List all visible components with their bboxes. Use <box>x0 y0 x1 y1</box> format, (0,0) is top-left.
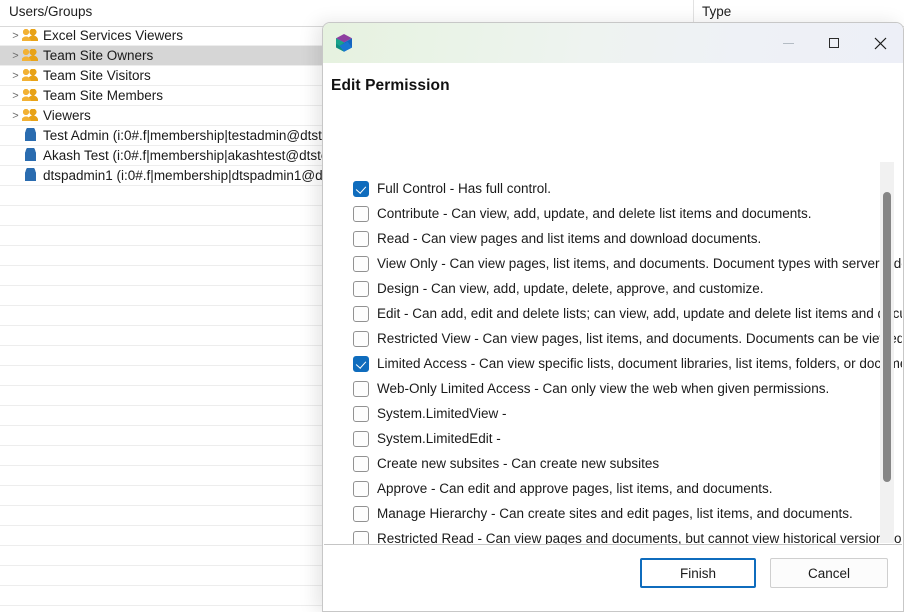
permission-row[interactable]: Full Control - Has full control. <box>353 176 902 201</box>
checkbox-unchecked[interactable] <box>353 331 369 347</box>
checkbox-unchecked[interactable] <box>353 431 369 447</box>
column-header-users-groups[interactable]: Users/Groups <box>9 4 92 19</box>
person-icon <box>22 167 39 183</box>
maximize-icon <box>829 38 839 48</box>
permission-row[interactable]: Design - Can view, add, update, delete, … <box>353 276 902 301</box>
column-header-type[interactable]: Type <box>702 4 731 19</box>
permission-row[interactable]: System.LimitedEdit - <box>353 426 902 451</box>
permission-row[interactable]: Read - Can view pages and list items and… <box>353 226 902 251</box>
permission-label: Edit - Can add, edit and delete lists; c… <box>377 301 902 326</box>
group-icon <box>22 27 39 43</box>
row-label: Team Site Owners <box>43 48 153 63</box>
checkbox-unchecked[interactable] <box>353 506 369 522</box>
checkbox-checked[interactable] <box>353 356 369 372</box>
permission-label: Contribute - Can view, add, update, and … <box>377 201 812 226</box>
minimize-button[interactable] <box>765 23 811 63</box>
checkbox-unchecked[interactable] <box>353 456 369 472</box>
edit-permission-dialog: Edit Permission Full Control - Has full … <box>322 22 904 612</box>
permission-label: Manage Hierarchy - Can create sites and … <box>377 501 853 526</box>
window-controls <box>765 23 903 63</box>
permission-row[interactable]: Manage Hierarchy - Can create sites and … <box>353 501 902 526</box>
row-label: Excel Services Viewers <box>43 28 183 43</box>
permission-label: Restricted Read - Can view pages and doc… <box>377 526 902 545</box>
permission-label: Read - Can view pages and list items and… <box>377 226 761 251</box>
person-icon <box>22 147 39 163</box>
cancel-button[interactable]: Cancel <box>770 558 888 588</box>
maximize-button[interactable] <box>811 23 857 63</box>
permission-label: Create new subsites - Can create new sub… <box>377 451 659 476</box>
row-indent-spacer: > <box>9 146 22 166</box>
checkbox-unchecked[interactable] <box>353 406 369 422</box>
checkbox-unchecked[interactable] <box>353 306 369 322</box>
expand-chevron-icon[interactable]: > <box>9 86 22 106</box>
row-label: Viewers <box>43 108 91 123</box>
permission-row[interactable]: Create new subsites - Can create new sub… <box>353 451 902 476</box>
permission-label: Web-Only Limited Access - Can only view … <box>377 376 829 401</box>
person-icon <box>22 127 39 143</box>
permission-row[interactable]: Approve - Can edit and approve pages, li… <box>353 476 902 501</box>
app-cube-logo-icon <box>333 32 355 54</box>
permission-row[interactable]: View Only - Can view pages, list items, … <box>353 251 902 276</box>
row-label: Team Site Members <box>43 88 163 103</box>
checkbox-unchecked[interactable] <box>353 231 369 247</box>
checkbox-checked[interactable] <box>353 181 369 197</box>
permission-row[interactable]: Restricted Read - Can view pages and doc… <box>353 526 902 545</box>
permission-row[interactable]: Edit - Can add, edit and delete lists; c… <box>353 301 902 326</box>
scrollbar-thumb[interactable] <box>883 192 891 482</box>
row-indent-spacer: > <box>9 126 22 146</box>
permission-row[interactable]: Limited Access - Can view specific lists… <box>353 351 902 376</box>
group-icon <box>22 87 39 103</box>
permission-scroll-region: Full Control - Has full control.Contribu… <box>324 153 902 545</box>
checkbox-unchecked[interactable] <box>353 256 369 272</box>
checkbox-unchecked[interactable] <box>353 481 369 497</box>
dialog-heading: Edit Permission <box>323 63 903 95</box>
row-label: Team Site Visitors <box>43 68 151 83</box>
permission-row[interactable]: Web-Only Limited Access - Can only view … <box>353 376 902 401</box>
close-icon <box>874 37 887 50</box>
group-icon <box>22 67 39 83</box>
permission-row[interactable]: Contribute - Can view, add, update, and … <box>353 201 902 226</box>
expand-chevron-icon[interactable]: > <box>9 46 22 66</box>
expand-chevron-icon[interactable]: > <box>9 26 22 46</box>
permission-label: Limited Access - Can view specific lists… <box>377 351 902 376</box>
checkbox-unchecked[interactable] <box>353 531 369 546</box>
checkbox-unchecked[interactable] <box>353 281 369 297</box>
permission-label: View Only - Can view pages, list items, … <box>377 251 902 276</box>
permission-label: System.LimitedEdit - <box>377 426 501 451</box>
expand-chevron-icon[interactable]: > <box>9 106 22 126</box>
group-icon <box>22 47 39 63</box>
permission-label: Full Control - Has full control. <box>377 176 551 201</box>
finish-button[interactable]: Finish <box>640 558 756 588</box>
dialog-footer: Finish Cancel <box>324 544 902 610</box>
minimize-icon <box>783 43 794 44</box>
permission-row[interactable]: System.LimitedView - <box>353 401 902 426</box>
close-button[interactable] <box>857 23 903 63</box>
permission-list-scrollbar[interactable] <box>880 162 894 543</box>
checkbox-unchecked[interactable] <box>353 206 369 222</box>
dialog-titlebar[interactable] <box>323 23 903 63</box>
checkbox-unchecked[interactable] <box>353 381 369 397</box>
permission-row[interactable]: Restricted View - Can view pages, list i… <box>353 326 902 351</box>
expand-chevron-icon[interactable]: > <box>9 66 22 86</box>
permission-label: Design - Can view, add, update, delete, … <box>377 276 763 301</box>
permission-label: System.LimitedView - <box>377 401 507 426</box>
permission-label: Restricted View - Can view pages, list i… <box>377 326 902 351</box>
permission-label: Approve - Can edit and approve pages, li… <box>377 476 772 501</box>
row-indent-spacer: > <box>9 166 22 186</box>
group-icon <box>22 107 39 123</box>
permission-list: Full Control - Has full control.Contribu… <box>324 176 902 545</box>
